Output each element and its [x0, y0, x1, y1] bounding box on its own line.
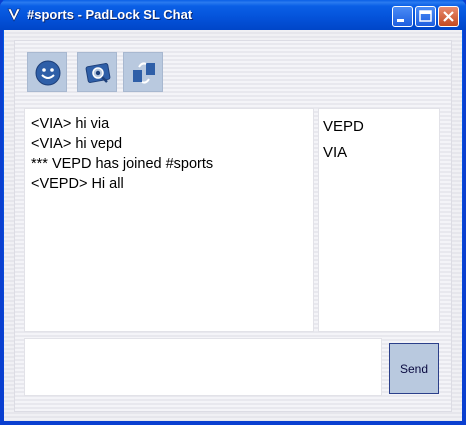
chat-window: #sports - PadLock SL Chat <VIA> hi via <… — [0, 0, 466, 425]
user-list-item[interactable]: VIA — [323, 140, 435, 166]
user-list[interactable]: VEPD VIA — [318, 108, 440, 332]
user-list-item[interactable]: VEPD — [323, 114, 435, 140]
message-line: <VEPD> Hi all — [31, 176, 124, 192]
close-icon — [443, 11, 454, 22]
message-line: <VIA> hi vepd — [31, 136, 123, 152]
arrows-swap-icon — [133, 62, 155, 84]
minimize-icon — [397, 19, 404, 22]
maximize-icon — [419, 10, 432, 22]
smiley-icon — [35, 60, 61, 86]
message-line: <VIA> hi via — [31, 116, 110, 132]
camera-photo-icon — [85, 63, 111, 83]
swap-button[interactable] — [123, 52, 163, 92]
minimize-button[interactable] — [392, 6, 413, 27]
close-button[interactable] — [438, 6, 459, 27]
message-input[interactable] — [24, 338, 382, 396]
send-button[interactable]: Send — [389, 343, 439, 394]
padlock-app-icon — [7, 8, 21, 22]
message-line: *** VEPD has joined #sports — [31, 156, 214, 172]
message-log[interactable]: <VIA> hi via <VIA> hi vepd *** VEPD has … — [24, 108, 314, 332]
title-bar[interactable]: #sports - PadLock SL Chat — [0, 0, 466, 30]
photo-button[interactable] — [77, 52, 117, 92]
maximize-button[interactable] — [415, 6, 436, 27]
smiley-button[interactable] — [27, 52, 67, 92]
window-title: #sports - PadLock SL Chat — [27, 7, 193, 22]
